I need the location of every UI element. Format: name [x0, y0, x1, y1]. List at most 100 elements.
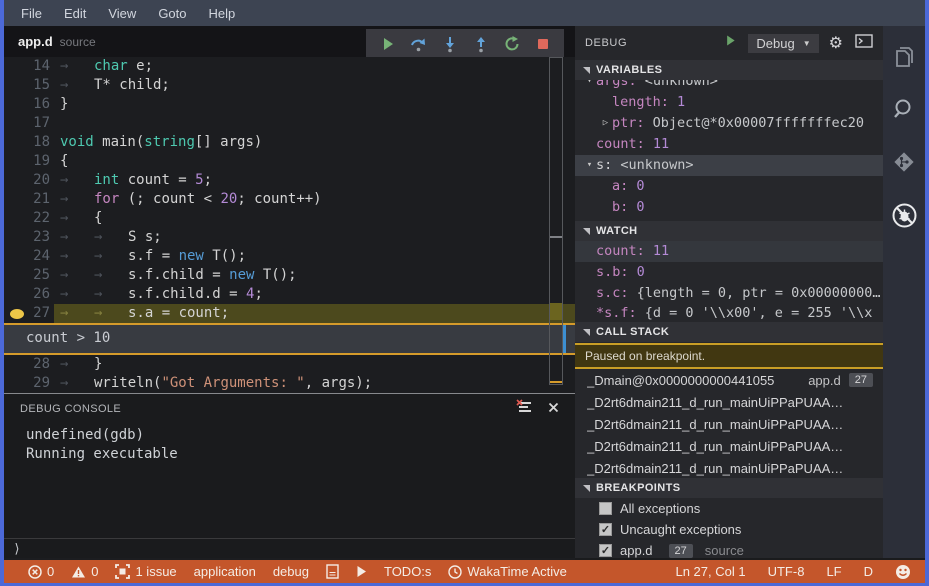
variable-name: *s.f:: [596, 304, 637, 321]
callstack-frame[interactable]: _D2rt6dmain211_d_run_mainUiPPaPUAA…: [575, 413, 883, 435]
code-line[interactable]: 29 → writeln("Got Arguments: ", args);: [4, 374, 575, 393]
watch-row[interactable]: *s.f: {d = 0 '\\x00', e = 255 '\\x: [575, 304, 883, 322]
code-token: ; count++): [237, 191, 322, 207]
debug-console-icon: [855, 33, 873, 48]
callstack-frame[interactable]: _D2rt6dmain211_d_run_mainUiPPaPUAA…: [575, 435, 883, 457]
editor-scrollbar[interactable]: [549, 57, 563, 385]
section-watch[interactable]: WATCH: [575, 221, 883, 241]
variable-row[interactable]: ▾ s: <unknown>: [575, 155, 883, 176]
restart-button[interactable]: [501, 34, 523, 54]
menu-item-file[interactable]: File: [12, 3, 51, 24]
callstack-frame[interactable]: _D2rt6dmain211_d_run_mainUiPPaPUAA…: [575, 457, 883, 478]
code-line[interactable]: 19 {: [4, 152, 575, 171]
callstack-frame[interactable]: _Dmain@0x0000000000441055 app.d 27: [575, 369, 883, 391]
code-line[interactable]: 25 → → s.f.child = new T();: [4, 266, 575, 285]
status-item-debug[interactable]: debug: [273, 564, 309, 579]
status-item-wakatime-active[interactable]: WakaTime Active: [448, 564, 567, 579]
status-item-0[interactable]: 0: [28, 564, 54, 579]
breakpoint-row[interactable]: ✓ Uncaught exceptions: [575, 519, 883, 540]
debug-config-dropdown[interactable]: Debug ▼: [748, 33, 819, 53]
watch-row[interactable]: s.c: {length = 0, ptr = 0x00000000…: [575, 283, 883, 304]
close-console-button[interactable]: [548, 400, 559, 418]
variable-row[interactable]: count: 11: [575, 134, 883, 155]
code-line[interactable]: 24 → → s.f = new T();: [4, 247, 575, 266]
code-line[interactable]: 15 → T* child;: [4, 76, 575, 95]
feedback-smiley-button[interactable]: [895, 564, 911, 580]
tab-app-d[interactable]: app.d source: [4, 26, 110, 57]
watch-row[interactable]: s.b: 0: [575, 262, 883, 283]
menu-item-help[interactable]: Help: [200, 3, 245, 24]
breakpoint-checkbox[interactable]: [599, 502, 612, 515]
watch-list: count: 11 s.b: 0 s.c: {length = 0, ptr = 0…: [575, 241, 883, 322]
step-out-button[interactable]: [470, 34, 492, 54]
status-item-0[interactable]: 0: [71, 564, 98, 579]
menu-item-view[interactable]: View: [99, 3, 145, 24]
variable-row[interactable]: length: 1: [575, 92, 883, 113]
code-line[interactable]: 20 → int count = 5;: [4, 171, 575, 190]
status-item-ln-27-col-1[interactable]: Ln 27, Col 1: [675, 564, 745, 579]
status-item-utf-8[interactable]: UTF-8: [768, 564, 805, 579]
variable-row-content: ▷ ptr: Object@*0x00007fffffffec20: [599, 113, 864, 134]
frame-label: _D2rt6dmain211_d_run_mainUiPPaPUAA…: [587, 460, 844, 476]
code-token: s.f =: [128, 248, 179, 264]
breakpoint-label: All exceptions: [620, 501, 701, 516]
git-view-button[interactable]: [890, 148, 918, 176]
menu-item-edit[interactable]: Edit: [55, 3, 95, 24]
breakpoint-row[interactable]: All exceptions: [575, 498, 883, 519]
open-debug-console-button[interactable]: [855, 33, 873, 53]
callstack-frame[interactable]: _D2rt6dmain211_d_run_mainUiPPaPUAA…: [575, 391, 883, 413]
status-item-d[interactable]: D: [864, 564, 873, 579]
debug-settings-button[interactable]: ⚙: [829, 33, 843, 53]
section-variables[interactable]: VARIABLES: [575, 60, 883, 80]
code-line[interactable]: 27 → → s.a = count;: [4, 304, 575, 323]
breakpoint-checkbox[interactable]: ✓: [599, 523, 612, 536]
code-line[interactable]: 18 void main(string[] args): [4, 133, 575, 152]
variable-row[interactable]: ▷ ptr: Object@*0x00007fffffffec20: [575, 113, 883, 134]
menu-item-goto[interactable]: Goto: [149, 3, 195, 24]
line-number: 26: [33, 286, 50, 302]
code-line[interactable]: 23 → → S s;: [4, 228, 575, 247]
step-over-button[interactable]: [408, 34, 430, 54]
section-callstack[interactable]: CALL STACK: [575, 322, 883, 342]
variable-row[interactable]: b: 0: [575, 197, 883, 218]
code-line[interactable]: 28 →}: [4, 355, 575, 374]
status-item-1-issue[interactable]: 1 issue: [115, 564, 177, 579]
status-item-text: TODO:s: [383, 564, 432, 579]
explorer-view-button[interactable]: [890, 42, 918, 70]
status-item-lf[interactable]: LF: [826, 564, 841, 579]
clear-console-button[interactable]: [516, 399, 532, 419]
code-line[interactable]: 26 → → s.f.child.d = 4;: [4, 285, 575, 304]
breakpoint-condition-widget[interactable]: count > 10: [4, 323, 575, 355]
breakpoint-checkbox[interactable]: ✓: [599, 544, 612, 557]
variable-row[interactable]: ▾ args: <unknown>: [575, 80, 883, 92]
debug-console-input[interactable]: ⟩: [4, 538, 575, 559]
start-debug-button[interactable]: [723, 33, 738, 53]
status-item-icon[interactable]: [356, 565, 367, 578]
search-view-button[interactable]: [890, 95, 918, 123]
status-item-icon[interactable]: [326, 564, 339, 579]
breakpoint-row[interactable]: ✓ app.d 27 source: [575, 540, 883, 560]
code-token: string: [144, 134, 195, 150]
status-item-todo-s[interactable]: TODO:s: [384, 564, 431, 579]
stop-button[interactable]: [532, 34, 554, 54]
variable-row[interactable]: a: 0: [575, 176, 883, 197]
code-line[interactable]: 22 →{: [4, 209, 575, 228]
line-number: 14: [33, 58, 50, 74]
section-breakpoints[interactable]: BREAKPOINTS: [575, 478, 883, 498]
expand-arrow-icon[interactable]: ▷: [599, 113, 612, 134]
code-line[interactable]: 21 → for (; count < 20; count++): [4, 190, 575, 209]
watch-row[interactable]: count: 11: [575, 241, 883, 262]
status-item-application[interactable]: application: [194, 564, 256, 579]
expand-arrow-icon[interactable]: ▾: [583, 155, 596, 176]
twistie-icon: [583, 227, 590, 235]
frame-label: _D2rt6dmain211_d_run_mainUiPPaPUAA…: [587, 394, 844, 410]
debug-view-button[interactable]: [890, 201, 918, 229]
code-editor[interactable]: 14 → char e; 15 → T* child; 16} 17 18 void main(s…: [4, 57, 575, 393]
status-item-text: WakaTime Active: [467, 564, 567, 579]
expand-arrow-icon[interactable]: ▾: [583, 80, 596, 92]
step-into-button[interactable]: [439, 34, 461, 54]
code-line[interactable]: 14 → char e;: [4, 57, 575, 76]
continue-button[interactable]: [377, 34, 399, 54]
code-line[interactable]: 16}: [4, 95, 575, 114]
code-line[interactable]: 17: [4, 114, 575, 133]
